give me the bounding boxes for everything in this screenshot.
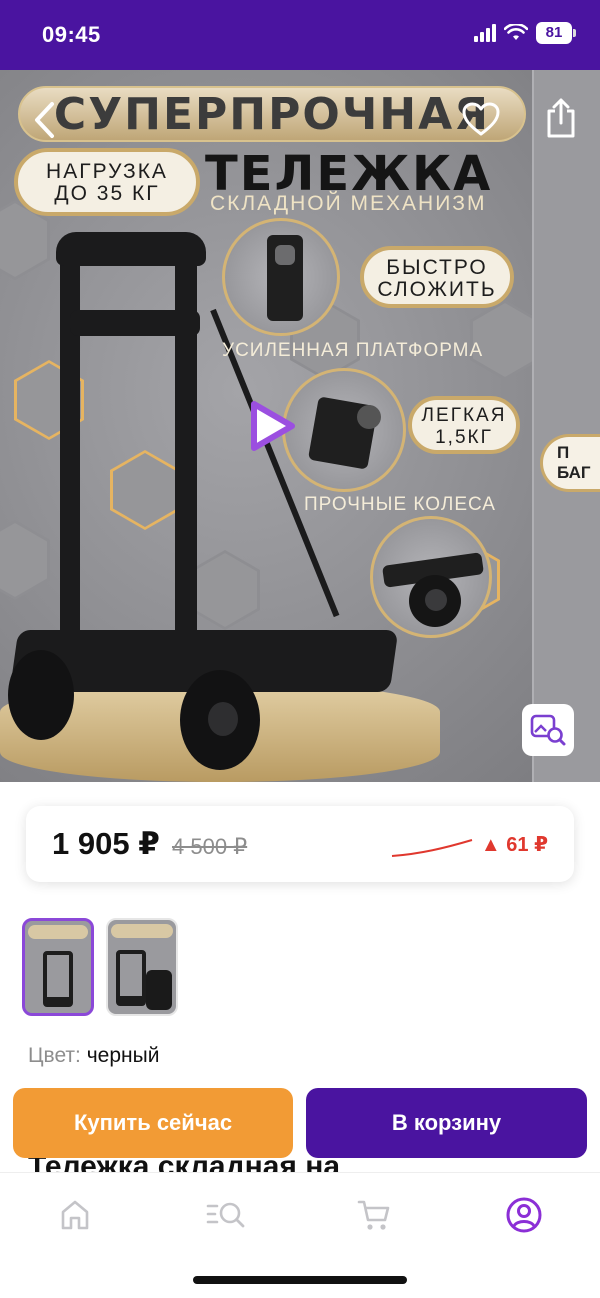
load-badge: НАГРУЗКА ДО 35 КГ: [14, 148, 200, 216]
share-icon: [547, 98, 575, 138]
play-video-button[interactable]: [244, 398, 300, 454]
hex-tile: [110, 450, 180, 530]
current-price: 1 905 ₽: [52, 826, 160, 861]
side-card-line1: П: [557, 443, 570, 462]
battery-icon: 81: [536, 22, 576, 44]
side-card: П БАГ: [540, 434, 600, 492]
tab-catalog[interactable]: [202, 1191, 250, 1239]
back-button[interactable]: [24, 96, 64, 144]
thumbnail-1[interactable]: [22, 918, 94, 1016]
weight-line1: ЛЕГКАЯ: [421, 405, 507, 426]
thumbnail-strip: [22, 918, 178, 1016]
banner-title: СУПЕРПРОЧНАЯ: [18, 86, 526, 142]
tab-cart[interactable]: [350, 1191, 398, 1239]
image-search-icon: [530, 714, 566, 746]
catalog-search-icon: [206, 1202, 245, 1228]
load-line2: ДО 35 КГ: [54, 182, 160, 205]
platform-inset: [282, 368, 406, 492]
hex-tile: [0, 520, 50, 600]
play-icon: [251, 401, 295, 451]
platform-label: УСИЛЕННАЯ ПЛАТФОРМА: [222, 340, 484, 361]
thumbnail-2[interactable]: [106, 918, 178, 1016]
price-card: 1 905 ₽ 4 500 ₽ ▲ 61 ₽: [26, 806, 574, 882]
cart-icon: [357, 1200, 390, 1230]
profile-icon: [506, 1197, 542, 1233]
price-trend-icon: [391, 839, 473, 857]
status-bar: 09:45 81: [0, 0, 600, 70]
load-line1: НАГРУЗКА: [46, 160, 168, 183]
banner-mechanism: СКЛАДНОЙ МЕХАНИЗМ: [210, 192, 487, 215]
wheels-label: ПРОЧНЫЕ КОЛЕСА: [304, 494, 496, 515]
next-image-peek[interactable]: П БАГ: [532, 70, 600, 782]
side-card-line2: БАГ: [557, 463, 591, 482]
favorite-button[interactable]: [456, 94, 506, 144]
heart-icon: [462, 102, 500, 136]
wheel-inset: [370, 516, 492, 638]
tab-profile[interactable]: [500, 1191, 548, 1239]
status-time: 09:45: [42, 22, 101, 47]
buy-now-button[interactable]: Купить сейчас: [13, 1088, 293, 1158]
share-button[interactable]: [538, 92, 584, 144]
hex-tile: [190, 550, 260, 630]
color-label: Цвет:: [28, 1044, 81, 1067]
weight-badge: ЛЕГКАЯ 1,5КГ: [408, 396, 520, 454]
fold-badge: БЫСТРО СЛОЖИТЬ: [360, 246, 514, 308]
color-row: Цвет: черный: [28, 1044, 159, 1068]
old-price: 4 500 ₽: [172, 834, 248, 859]
add-to-cart-button[interactable]: В корзину: [306, 1088, 587, 1158]
status-icons: 81: [474, 22, 576, 44]
home-icon: [61, 1200, 89, 1230]
visual-search-button[interactable]: [522, 704, 574, 756]
fold-line1: БЫСТРО: [386, 256, 488, 279]
price-change[interactable]: ▲ 61 ₽: [481, 832, 548, 857]
weight-line2: 1,5КГ: [435, 427, 493, 448]
signal-icon: [474, 24, 496, 42]
chevron-left-icon: [35, 102, 54, 138]
product-image-gallery[interactable]: СУПЕРПРОЧНАЯ ТЕЛЕЖКА СКЛАДНОЙ МЕХАНИЗМ Н…: [0, 70, 600, 782]
tab-home[interactable]: [51, 1191, 99, 1239]
fold-line2: СЛОЖИТЬ: [377, 278, 497, 301]
color-value: черный: [86, 1044, 160, 1067]
home-indicator: [193, 1276, 407, 1284]
folded-inset: [222, 218, 340, 336]
wifi-icon: [504, 24, 528, 40]
